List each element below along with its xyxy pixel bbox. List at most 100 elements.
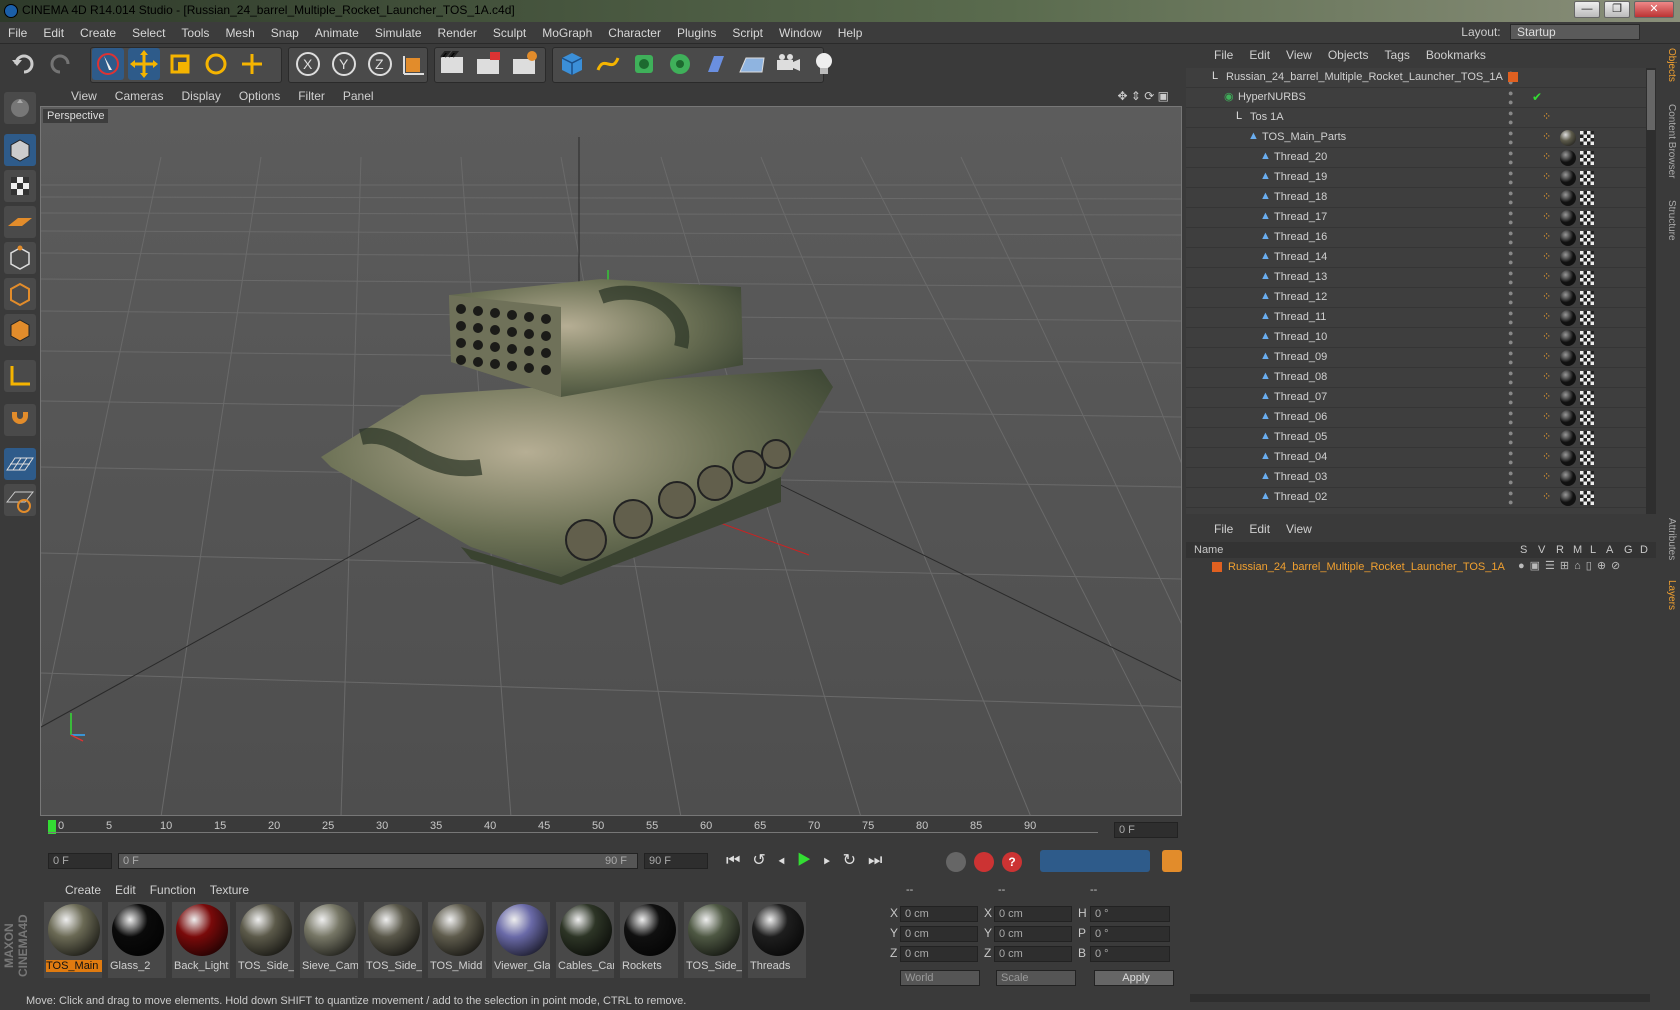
- material-tag-icon[interactable]: [1560, 450, 1576, 466]
- object-name[interactable]: Thread_02: [1274, 491, 1327, 503]
- material-tag-icon[interactable]: [1560, 410, 1576, 426]
- material-swatch[interactable]: Rockets: [620, 902, 678, 978]
- visibility-dots-icon[interactable]: ●●: [1508, 369, 1513, 387]
- obj-menu-file[interactable]: File: [1206, 44, 1241, 66]
- timeline-window-icon[interactable]: [1162, 850, 1182, 872]
- add-object-icon[interactable]: [236, 48, 268, 80]
- object-name[interactable]: Thread_09: [1274, 351, 1327, 363]
- end-frame-field[interactable]: 90 F: [644, 853, 708, 869]
- tab-content-browser[interactable]: Content Browser: [1661, 104, 1677, 178]
- phong-tag-icon[interactable]: ⁘: [1542, 150, 1551, 163]
- menu-script[interactable]: Script: [724, 22, 771, 44]
- material-tag-icon[interactable]: [1560, 430, 1576, 446]
- snap-magnet-icon[interactable]: [4, 404, 36, 436]
- uvw-tag-icon[interactable]: [1580, 171, 1594, 185]
- rotation-h-field[interactable]: 0 °: [1090, 906, 1170, 922]
- camera-icon[interactable]: [772, 48, 804, 80]
- step-back-icon[interactable]: ◂: [778, 852, 797, 869]
- object-row[interactable]: ▲ Thread_06 ● ● ⁘: [1186, 408, 1646, 428]
- material-tag-icon[interactable]: [1560, 190, 1576, 206]
- close-button[interactable]: ✕: [1634, 1, 1674, 18]
- uvw-tag-icon[interactable]: [1580, 471, 1594, 485]
- visibility-dots-icon[interactable]: ●●: [1508, 469, 1513, 487]
- go-to-start-icon[interactable]: ⏮: [726, 852, 752, 869]
- viewport-menu-options[interactable]: Options: [230, 86, 289, 106]
- floor-icon[interactable]: [736, 48, 768, 80]
- go-to-end-icon[interactable]: ⏭: [868, 852, 894, 869]
- object-name[interactable]: Thread_19: [1274, 171, 1327, 183]
- layer-scrollbar[interactable]: [1190, 994, 1650, 1002]
- object-name[interactable]: Tos 1A: [1250, 111, 1284, 123]
- object-name[interactable]: Thread_17: [1274, 211, 1327, 223]
- object-name[interactable]: Thread_06: [1274, 411, 1327, 423]
- visibility-dots-icon[interactable]: ●●: [1508, 309, 1513, 327]
- material-tag-icon[interactable]: [1560, 490, 1576, 506]
- visibility-dots-icon[interactable]: ●●: [1508, 409, 1513, 427]
- menu-edit[interactable]: Edit: [35, 22, 72, 44]
- material-menu-edit[interactable]: Edit: [108, 880, 143, 900]
- layer-menu-view[interactable]: View: [1278, 518, 1320, 540]
- object-row[interactable]: L Tos 1A ● ● ⁘: [1186, 108, 1646, 128]
- object-name[interactable]: Thread_03: [1274, 471, 1327, 483]
- material-menu-texture[interactable]: Texture: [203, 880, 256, 900]
- render-settings-icon[interactable]: [508, 48, 540, 80]
- visibility-dots-icon[interactable]: ●●: [1508, 189, 1513, 207]
- menu-mograph[interactable]: MoGraph: [534, 22, 600, 44]
- model-mode-icon[interactable]: [4, 134, 36, 166]
- range-slider[interactable]: 0 F 90 F: [118, 853, 638, 869]
- light-icon[interactable]: [808, 48, 840, 80]
- array-icon[interactable]: [664, 48, 696, 80]
- phong-tag-icon[interactable]: ⁘: [1542, 330, 1551, 343]
- tab-objects[interactable]: Objects: [1661, 48, 1677, 82]
- phong-tag-icon[interactable]: ⁘: [1542, 430, 1551, 443]
- material-tag-icon[interactable]: [1560, 250, 1576, 266]
- object-row[interactable]: ▲ Thread_18 ● ● ⁘: [1186, 188, 1646, 208]
- rotation-p-field[interactable]: 0 °: [1090, 926, 1170, 942]
- obj-menu-edit[interactable]: Edit: [1241, 44, 1278, 66]
- object-name[interactable]: Thread_16: [1274, 231, 1327, 243]
- minimize-button[interactable]: —: [1574, 1, 1600, 18]
- y-axis-lock-icon[interactable]: Y: [328, 48, 360, 80]
- workplane-icon[interactable]: [4, 206, 36, 238]
- uvw-tag-icon[interactable]: [1580, 271, 1594, 285]
- points-mode-icon[interactable]: [4, 242, 36, 274]
- redo-icon[interactable]: [44, 48, 76, 80]
- menu-file[interactable]: File: [0, 22, 35, 44]
- visibility-dots-icon[interactable]: ●●: [1508, 489, 1513, 507]
- enabled-check-icon[interactable]: ✔: [1532, 90, 1542, 104]
- menu-mesh[interactable]: Mesh: [217, 22, 262, 44]
- uvw-tag-icon[interactable]: [1580, 371, 1594, 385]
- start-frame-field[interactable]: 0 F: [48, 853, 112, 869]
- object-name[interactable]: TOS_Main_Parts: [1262, 131, 1346, 143]
- object-row[interactable]: ▲ Thread_11 ● ● ⁘: [1186, 308, 1646, 328]
- menu-help[interactable]: Help: [830, 22, 871, 44]
- menu-sculpt[interactable]: Sculpt: [485, 22, 534, 44]
- transport-buttons[interactable]: ⏮↺◂▶▸↻⏭: [726, 850, 894, 870]
- uvw-tag-icon[interactable]: [1580, 431, 1594, 445]
- phong-tag-icon[interactable]: ⁘: [1542, 130, 1551, 143]
- timeline-ruler[interactable]: 0 5 10 15 20 25 30 35 40 45 50 55 60 65 …: [40, 818, 1182, 840]
- size-z-field[interactable]: 0 cm: [994, 946, 1072, 962]
- object-row[interactable]: ▲ Thread_08 ● ● ⁘: [1186, 368, 1646, 388]
- phong-tag-icon[interactable]: ⁘: [1542, 450, 1551, 463]
- visibility-dots-icon[interactable]: ●●: [1508, 349, 1513, 367]
- loop-icon[interactable]: ↻: [843, 852, 868, 869]
- uvw-tag-icon[interactable]: [1580, 351, 1594, 365]
- material-swatch[interactable]: TOS_Side_F: [236, 902, 294, 978]
- phong-tag-icon[interactable]: ⁘: [1542, 230, 1551, 243]
- object-row[interactable]: ▲ Thread_02 ● ● ⁘: [1186, 488, 1646, 508]
- visibility-dots-icon[interactable]: ●●: [1508, 269, 1513, 287]
- menu-snap[interactable]: Snap: [263, 22, 307, 44]
- material-menu-create[interactable]: Create: [58, 880, 108, 900]
- obj-menu-view[interactable]: View: [1278, 44, 1320, 66]
- object-name[interactable]: Thread_13: [1274, 271, 1327, 283]
- phong-tag-icon[interactable]: ⁘: [1542, 270, 1551, 283]
- layer-row[interactable]: Russian_24_barrel_Multiple_Rocket_Launch…: [1186, 558, 1656, 576]
- material-swatch[interactable]: Glass_2: [108, 902, 166, 978]
- visibility-dots-icon[interactable]: ●●: [1508, 329, 1513, 347]
- material-swatch[interactable]: Cables_Car: [556, 902, 614, 978]
- object-row[interactable]: ▲ TOS_Main_Parts ● ● ⁘: [1186, 128, 1646, 148]
- object-row[interactable]: ▲ Thread_16 ● ● ⁘: [1186, 228, 1646, 248]
- object-row[interactable]: L Russian_24_barrel_Multiple_Rocket_Launc…: [1186, 68, 1646, 88]
- rotation-b-field[interactable]: 0 °: [1090, 946, 1170, 962]
